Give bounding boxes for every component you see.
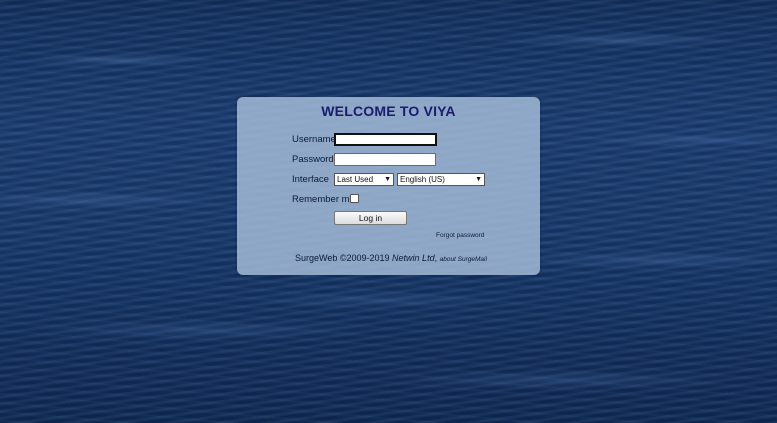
language-select[interactable]: English (US) ▼ — [397, 173, 485, 186]
about-link[interactable]: about SurgeMail — [440, 256, 487, 263]
interface-select[interactable]: Last Used ▼ — [334, 173, 394, 186]
page-title: WELCOME TO VIYA — [321, 103, 456, 119]
username-field[interactable] — [334, 133, 437, 146]
remember-checkbox[interactable] — [350, 194, 359, 203]
chevron-down-icon: ▼ — [475, 176, 482, 183]
remember-label: Remember me — [292, 194, 355, 205]
password-label: Password — [292, 154, 334, 165]
copyright-text: SurgeWeb ©2009-2019 — [295, 253, 390, 263]
language-select-value: English (US) — [400, 175, 445, 184]
company-name: Netwin Ltd — [392, 253, 435, 263]
username-label: Username — [292, 134, 336, 145]
login-button[interactable]: Log in — [334, 211, 407, 225]
interface-label: Interface — [292, 174, 329, 185]
interface-select-value: Last Used — [337, 175, 374, 184]
login-panel: WELCOME TO VIYA Username Password Interf… — [237, 97, 540, 275]
forgot-password-link[interactable]: Forgot password — [436, 232, 484, 239]
chevron-down-icon: ▼ — [384, 176, 391, 183]
password-field[interactable] — [334, 153, 436, 166]
footer: SurgeWeb ©2009-2019 Netwin Ltd, about Su… — [295, 253, 487, 263]
